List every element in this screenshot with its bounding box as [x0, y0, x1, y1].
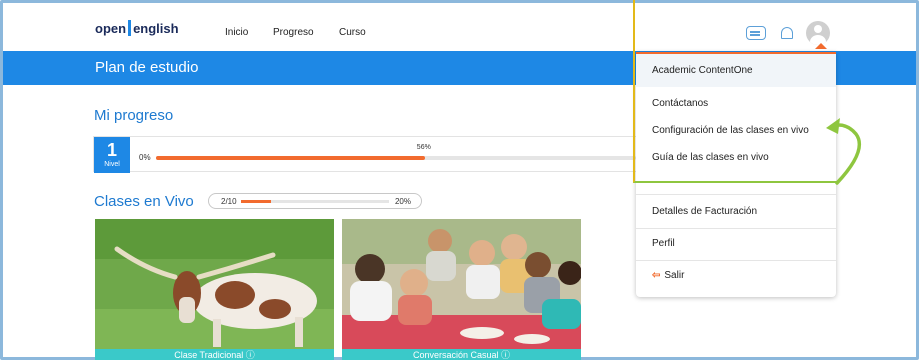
dropdown-item-billing[interactable]: Detalles de Facturación	[636, 206, 836, 222]
progress-current-pct: 56%	[416, 144, 431, 151]
progress-card: 1 Nivel 0% 56%	[93, 136, 653, 173]
logo-bar-icon	[128, 20, 132, 36]
dropdown-divider	[636, 260, 836, 261]
live-classes-fill	[241, 200, 271, 203]
logout-icon: ⇦	[652, 270, 661, 281]
live-classes-title: Clases en Vivo	[94, 193, 194, 210]
logo-english-text: english	[133, 20, 179, 36]
live-classes-ratio: 2/10	[221, 197, 237, 206]
progress-title: Mi progreso	[94, 107, 174, 124]
card-caption-casual: Conversación Casual ⓘ	[342, 349, 581, 360]
dropdown-item-profile[interactable]: Perfil	[636, 238, 836, 254]
info-icon[interactable]: ⓘ	[501, 350, 510, 360]
dropdown-item-logout-label: Salir	[664, 270, 685, 281]
card-caption-casual-text: Conversación Casual	[412, 350, 499, 360]
longhorn-image	[95, 219, 334, 349]
info-icon[interactable]: ⓘ	[246, 350, 255, 360]
nav-link-inicio[interactable]: Inicio	[225, 27, 248, 38]
card-caption-traditional-text: Clase Tradicional	[174, 350, 244, 360]
level-number: 1	[106, 140, 117, 160]
page-title: Plan de estudio	[95, 59, 199, 76]
live-classes-pct: 20%	[394, 197, 411, 206]
live-classes-track	[241, 200, 389, 203]
level-label: Nivel	[104, 161, 120, 168]
nav-link-curso[interactable]: Curso	[339, 27, 366, 38]
dropdown-divider	[636, 194, 836, 195]
progress-fill	[156, 156, 425, 160]
progress-track	[156, 156, 636, 160]
dropdown-item-logout[interactable]: ⇦ Salir	[636, 270, 836, 286]
friends-toasting-image	[342, 219, 581, 349]
nav-link-progreso[interactable]: Progreso	[273, 27, 314, 38]
class-card-traditional[interactable]: Clase Tradicional ⓘ	[95, 219, 334, 360]
annotation-highlight-box	[633, 0, 839, 183]
logo[interactable]: open english	[95, 20, 179, 36]
live-classes-progress: 2/10 20%	[208, 193, 422, 209]
card-caption-traditional: Clase Tradicional ⓘ	[95, 349, 334, 360]
class-card-casual[interactable]: Conversación Casual ⓘ	[342, 219, 581, 360]
level-badge: 1 Nivel	[94, 137, 130, 173]
dropdown-divider	[636, 228, 836, 229]
progress-start-pct: 0%	[139, 153, 151, 162]
logo-open-text: open	[95, 20, 127, 36]
